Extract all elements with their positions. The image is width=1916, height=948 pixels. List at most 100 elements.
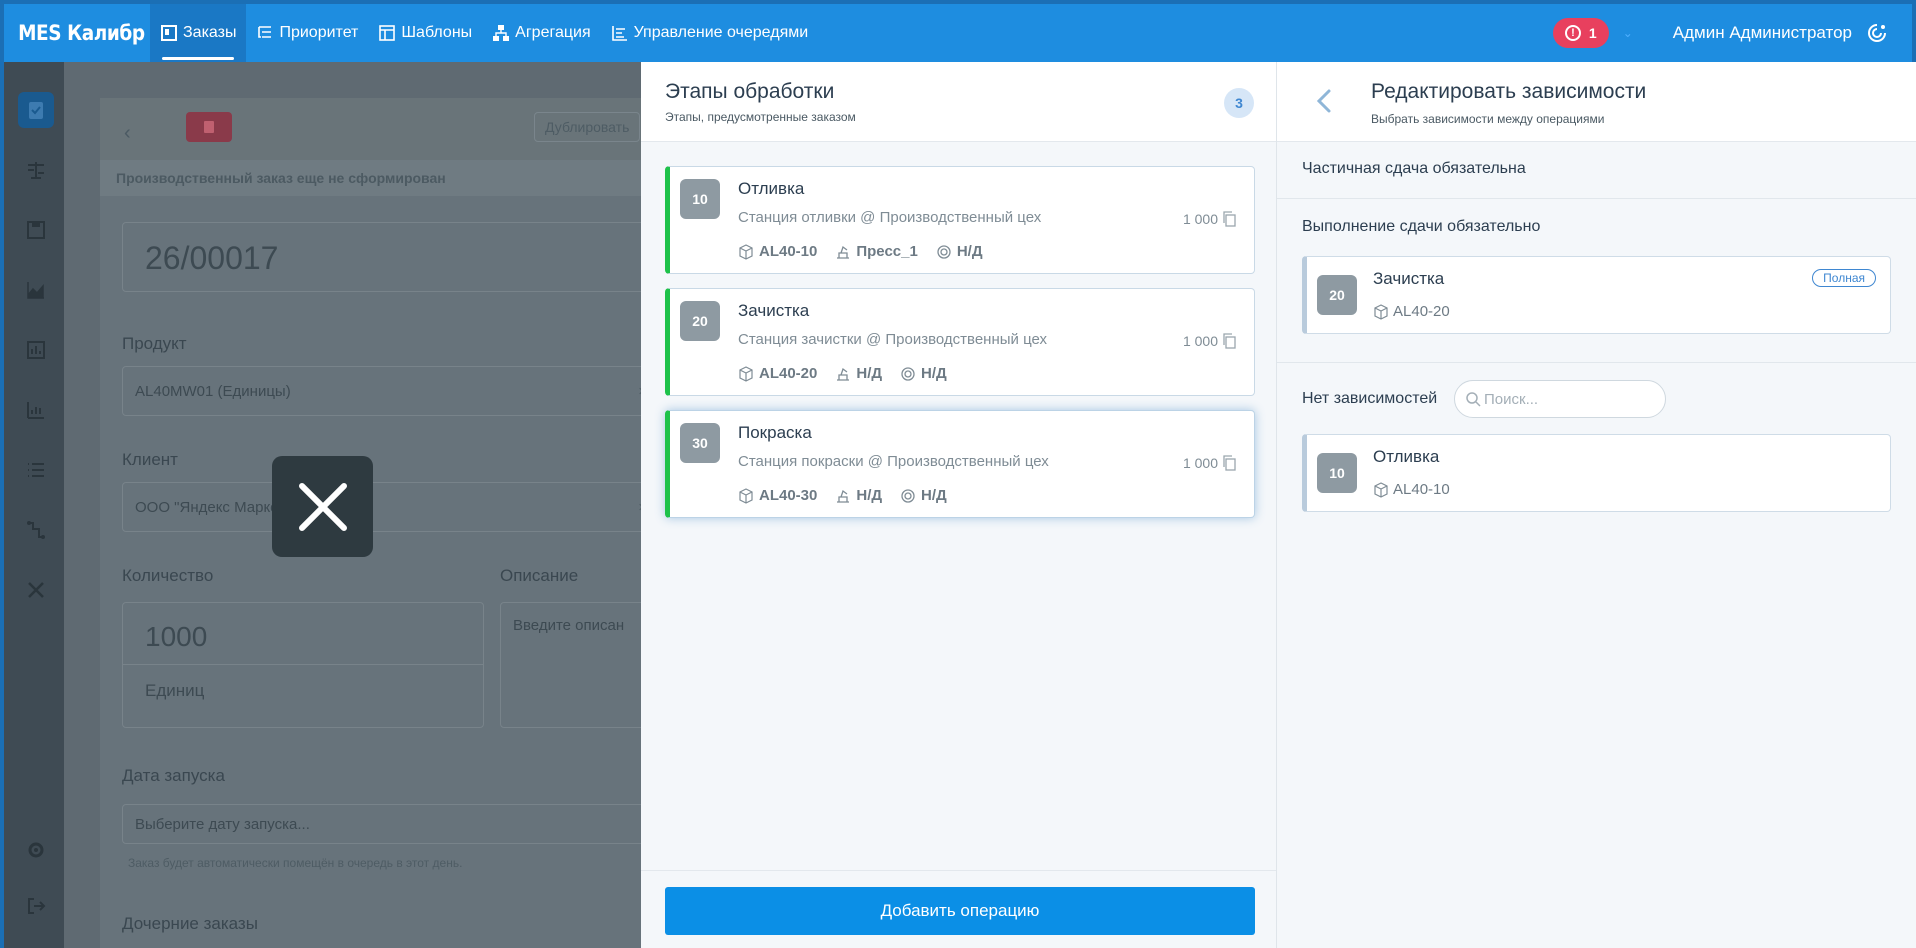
dependency-number: 10 bbox=[1317, 453, 1357, 493]
nav-orders[interactable]: Заказы bbox=[150, 4, 247, 62]
scales-icon bbox=[28, 162, 44, 179]
search-icon bbox=[1466, 392, 1481, 407]
user-menu[interactable]: Админ Администратор bbox=[1673, 23, 1852, 43]
dependencies-title: Редактировать зависимости bbox=[1371, 80, 1647, 103]
close-icon bbox=[298, 482, 347, 531]
operation-station: Станция покраски @ Производственный цех bbox=[738, 453, 1049, 470]
delete-button bbox=[186, 112, 232, 142]
operation-card[interactable]: 20 Зачистка Станция зачистки @ Производс… bbox=[665, 288, 1255, 396]
product-field: AL40MW01 (Единицы)× bbox=[122, 366, 662, 416]
sidebar-item-routes[interactable] bbox=[18, 512, 54, 548]
dependencies-subtitle: Выбрать зависимости между операциями bbox=[1371, 112, 1605, 126]
box-icon bbox=[1374, 303, 1388, 320]
dependency-card[interactable]: 20 Зачистка AL40-20 Полная bbox=[1302, 256, 1891, 334]
operation-quantity: 1 000 bbox=[1183, 333, 1236, 349]
search-field[interactable] bbox=[1454, 380, 1666, 418]
back-arrow-icon[interactable] bbox=[1313, 86, 1335, 116]
sidebar-item-scales[interactable] bbox=[18, 152, 54, 188]
search-input[interactable] bbox=[1484, 390, 1654, 408]
alerts-button[interactable]: ! 1 bbox=[1552, 18, 1609, 48]
status-banner: Производственный заказ еще не сформирова… bbox=[100, 160, 660, 196]
tool-icon bbox=[937, 244, 951, 259]
start-date-field: Выберите дату запуска... bbox=[122, 804, 662, 844]
orders-icon bbox=[161, 25, 177, 41]
operation-code: AL40-30 bbox=[759, 487, 818, 504]
operation-tool: Н/Д bbox=[921, 487, 947, 504]
operation-number: 10 bbox=[680, 179, 720, 219]
bar-chart-icon bbox=[27, 341, 45, 359]
save-icon bbox=[27, 221, 45, 239]
app-brand[interactable]: MES Калибр bbox=[4, 21, 145, 45]
copy-icon[interactable] bbox=[1222, 211, 1236, 227]
priority-icon bbox=[258, 26, 272, 38]
client-field: ООО "Яндекс Марке× bbox=[122, 482, 662, 532]
stages-footer: Добавить операцию bbox=[641, 870, 1276, 948]
queue-icon bbox=[611, 26, 627, 41]
sidebar-item-bar-chart[interactable] bbox=[18, 332, 54, 368]
operation-machine: Н/Д bbox=[856, 365, 883, 382]
sidebar bbox=[0, 62, 64, 948]
sidebar-item-area-chart[interactable] bbox=[18, 272, 54, 308]
dependency-name: Отливка bbox=[1373, 447, 1440, 466]
sidebar-item-analytics[interactable] bbox=[18, 392, 54, 428]
full-status-badge[interactable]: Полная bbox=[1812, 269, 1876, 287]
operation-machine: Н/Д bbox=[856, 487, 883, 504]
templates-icon bbox=[379, 25, 396, 41]
no-dependencies-label: Нет зависимостей bbox=[1302, 390, 1438, 407]
alert-icon: ! bbox=[1564, 25, 1581, 41]
nav-aggregation[interactable]: Агрегация bbox=[482, 4, 600, 62]
operation-quantity: 1 000 bbox=[1183, 455, 1236, 471]
sidebar-item-settings[interactable] bbox=[18, 832, 54, 868]
dependency-code: AL40-10 bbox=[1373, 481, 1450, 498]
sidebar-item-tools[interactable] bbox=[18, 572, 54, 608]
quantity-label: Количество bbox=[122, 566, 214, 585]
trash-icon bbox=[204, 121, 214, 133]
sidebar-item-list[interactable] bbox=[18, 452, 54, 488]
copy-icon[interactable] bbox=[1222, 455, 1236, 471]
logout-icon bbox=[28, 898, 46, 914]
description-field: Введите описан bbox=[500, 602, 660, 728]
copy-icon[interactable] bbox=[1222, 333, 1236, 349]
nav-templates-label: Шаблоны bbox=[401, 24, 473, 41]
dependency-number: 20 bbox=[1317, 275, 1357, 315]
list-icon bbox=[28, 463, 44, 477]
operation-card[interactable]: 10 Отливка Станция отливки @ Производств… bbox=[665, 166, 1255, 274]
close-overlay-button[interactable] bbox=[272, 456, 373, 557]
start-date-hint: Заказ будет автоматически помещён в очер… bbox=[128, 856, 463, 870]
route-icon bbox=[27, 521, 45, 539]
sidebar-item-save[interactable] bbox=[18, 212, 54, 248]
stages-title: Этапы обработки bbox=[665, 80, 835, 103]
chevron-down-icon[interactable]: ⌄ bbox=[1623, 26, 1633, 40]
nav-aggregation-label: Агрегация bbox=[515, 24, 591, 41]
dependencies-panel: Редактировать зависимости Выбрать зависи… bbox=[1277, 62, 1916, 948]
back-icon: ‹ bbox=[124, 122, 131, 144]
quantity-field: 1000 Единиц bbox=[122, 602, 484, 728]
operation-number: 30 bbox=[680, 423, 720, 463]
nav-queue-management[interactable]: Управление очередями bbox=[601, 4, 819, 62]
add-operation-button[interactable]: Добавить операцию bbox=[665, 887, 1255, 935]
dependency-code: AL40-20 bbox=[1373, 303, 1450, 320]
product-label: Продукт bbox=[122, 334, 187, 353]
machine-icon bbox=[837, 367, 850, 381]
operation-meta: AL40-30 Н/Д Н/Д bbox=[738, 487, 947, 504]
gear-icon bbox=[28, 842, 44, 858]
operation-tool: Н/Д bbox=[956, 243, 983, 260]
alert-count: 1 bbox=[1588, 25, 1597, 41]
dependency-card[interactable]: 10 Отливка AL40-10 bbox=[1302, 434, 1891, 512]
operation-station: Станция зачистки @ Производственный цех bbox=[738, 331, 1048, 348]
nav-queue-label: Управление очередями bbox=[633, 24, 809, 41]
nav-priority[interactable]: Приоритет bbox=[246, 4, 368, 62]
start-date-label: Дата запуска bbox=[122, 766, 225, 785]
operation-code: AL40-10 bbox=[759, 243, 818, 260]
nav-templates[interactable]: Шаблоны bbox=[368, 4, 482, 62]
company-logo-icon bbox=[1868, 24, 1886, 42]
operation-name: Отливка bbox=[738, 179, 805, 198]
operation-name: Покраска bbox=[738, 423, 812, 442]
operation-meta: AL40-10 Пресс_1 Н/Д bbox=[738, 243, 983, 260]
operation-card-selected[interactable]: 30 Покраска Станция покраски @ Производс… bbox=[665, 410, 1255, 518]
sidebar-item-logout[interactable] bbox=[18, 888, 54, 924]
order-number-field: 26/00017 bbox=[122, 222, 662, 292]
nav-priority-label: Приоритет bbox=[279, 24, 359, 41]
box-icon bbox=[739, 243, 753, 260]
sidebar-item-orders[interactable] bbox=[18, 92, 54, 128]
